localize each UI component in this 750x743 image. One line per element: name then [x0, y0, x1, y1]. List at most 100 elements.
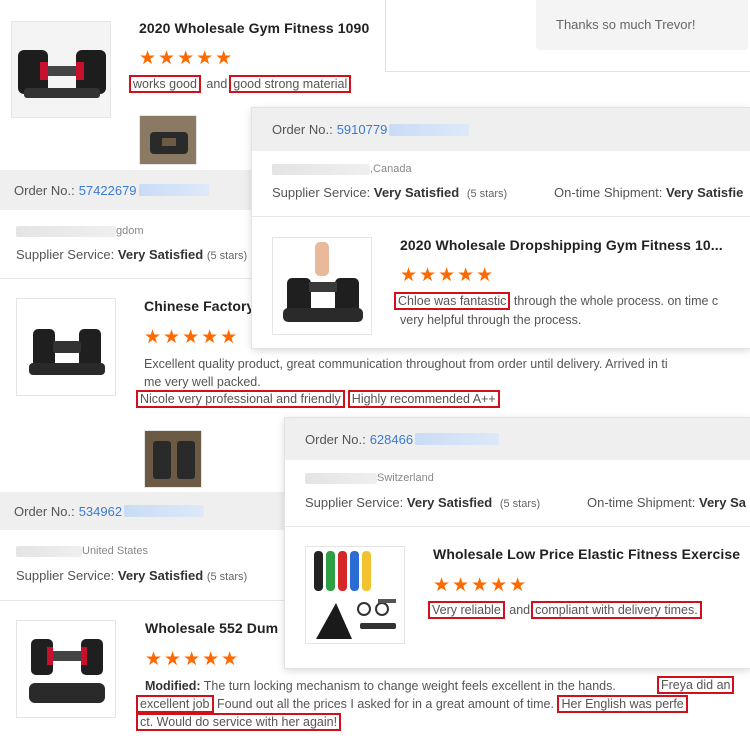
review-photo-thumbnail[interactable]: [144, 430, 202, 488]
country-name: ,Canada: [370, 163, 412, 175]
supplier-service-label: Supplier Service:: [272, 185, 371, 200]
country-name: United States: [82, 545, 149, 557]
highlight-freya-part1: Freya did an: [657, 676, 735, 694]
product-image-dumbbell-552[interactable]: [16, 620, 116, 718]
supplier-service-stars: (5 stars): [206, 571, 248, 583]
redacted-location: [16, 225, 116, 237]
supplier-service-value: Very Satisfied: [117, 247, 204, 262]
review-text: works good and good strong material: [129, 75, 352, 93]
supplier-service-stars: (5 stars): [499, 498, 541, 510]
rating-stars: ★★★★★: [139, 48, 235, 69]
review-text: Very reliable and compliant with delivery…: [428, 601, 702, 619]
review-text: Chloe was fantastic through the whole pr…: [394, 292, 718, 310]
rating-stars: ★★★★★: [433, 575, 529, 596]
country-name: gdom: [116, 225, 144, 237]
product-title[interactable]: Wholesale 552 Dum: [145, 620, 278, 636]
divider: [252, 216, 750, 217]
reply-text: Thanks so much Trevor!: [556, 17, 696, 32]
highlight-nicole-professional: Nicole very professional and friendly: [136, 390, 345, 408]
buyer-country: Switzerland: [305, 472, 434, 484]
product-image-adjustable-dumbbell-red[interactable]: [11, 21, 111, 118]
supplier-service-label: Supplier Service:: [16, 568, 115, 583]
redacted-location: [272, 163, 370, 175]
product-image-adjustable-dumbbell-black[interactable]: [16, 298, 116, 396]
order-number-link[interactable]: 628466: [370, 432, 413, 447]
review-card-switzerland: Order No.: 628466 Switzerland Supplier S…: [285, 418, 750, 668]
review-card-canada: Order No.: 5910779 ,Canada Supplier Serv…: [252, 108, 750, 348]
order-number-link[interactable]: 5910779: [337, 122, 388, 137]
rating-stars: ★★★★★: [144, 327, 240, 348]
shipment-value: Very Satisfie: [666, 185, 744, 200]
highlight-very-reliable: Very reliable: [428, 601, 505, 619]
redacted-location: [305, 472, 377, 484]
review-line: me very well packed.: [144, 375, 261, 389]
supplier-service-value: Very Satisfied: [406, 495, 493, 510]
rating-stars: ★★★★★: [145, 649, 241, 670]
highlight-freya-part2: excellent job: [136, 695, 214, 713]
product-image-resistance-bands[interactable]: [305, 546, 405, 644]
on-time-shipment-rating: On-time Shipment: Very Satisfie: [554, 185, 743, 200]
highlight-freya: Freya did an: [657, 676, 735, 694]
review-text: Excellent quality product, great communi…: [144, 355, 750, 391]
redacted-location: [16, 545, 82, 557]
product-title[interactable]: 2020 Wholesale Dropshipping Gym Fitness …: [400, 237, 723, 253]
country-name: Switzerland: [377, 472, 434, 484]
supplier-service-rating: Supplier Service: Very Satisfied (5 star…: [16, 568, 247, 583]
review-line: Found out all the prices I asked for in …: [216, 697, 554, 711]
order-label: Order No.:: [14, 503, 75, 519]
supplier-service-stars: (5 stars): [466, 188, 508, 200]
redacted-order-digits: [124, 505, 205, 517]
review-photo-thumbnail[interactable]: [139, 115, 197, 165]
supplier-service-rating: Supplier Service: Very Satisfied (5 star…: [272, 185, 507, 200]
highlight-compliant-delivery: compliant with delivery times.: [531, 601, 702, 619]
order-header: Order No.: 628466: [285, 418, 750, 460]
supplier-service-rating: Supplier Service: Very Satisfied (5 star…: [16, 247, 247, 262]
buyer-country: ,Canada: [272, 163, 412, 175]
divider: [285, 526, 750, 527]
highlight-good-strong-material: good strong material: [229, 75, 352, 93]
supplier-service-value: Very Satisfied: [373, 185, 460, 200]
review-connector: and: [509, 603, 531, 617]
shipment-label: On-time Shipment:: [587, 495, 696, 510]
order-label: Order No.:: [272, 122, 333, 137]
supplier-service-label: Supplier Service:: [16, 247, 115, 262]
shipment-label: On-time Shipment:: [554, 185, 663, 200]
highlighted-review: Nicole very professional and friendly Hig…: [136, 390, 500, 408]
supplier-service-value: Very Satisfied: [117, 568, 204, 583]
review-text-line2: excellent job Found out all the prices I…: [136, 695, 688, 713]
review-text: Modified: The turn locking mechanism to …: [145, 677, 745, 696]
shipment-value: Very Sa: [699, 495, 746, 510]
review-text-line3: ct. Would do service with her again!: [136, 713, 342, 731]
highlight-english-part2: ct. Would do service with her again!: [136, 713, 342, 731]
product-title[interactable]: 2020 Wholesale Gym Fitness 1090: [139, 20, 369, 36]
order-number-link[interactable]: 534962: [79, 504, 122, 519]
product-title[interactable]: Chinese Factory: [144, 298, 254, 314]
order-label: Order No.:: [14, 182, 75, 198]
review-line: The turn locking mechanism to change wei…: [203, 679, 616, 693]
review-connector: and: [206, 77, 228, 91]
product-image-dumbbell-hand[interactable]: [272, 237, 372, 335]
order-number-link[interactable]: 57422679: [79, 183, 137, 198]
review-line: Excellent quality product, great communi…: [144, 357, 668, 371]
highlight-works-good: works good: [129, 75, 201, 93]
order-header: Order No.: 5910779: [252, 108, 750, 151]
review-text-line2: very helpful through the process.: [400, 313, 582, 327]
supplier-service-stars: (5 stars): [206, 250, 248, 262]
buyer-country: United States: [16, 545, 148, 557]
rating-stars: ★★★★★: [400, 265, 496, 286]
order-label: Order No.:: [305, 431, 366, 447]
redacted-order-digits: [389, 123, 470, 136]
review-modified-label: Modified:: [145, 679, 201, 693]
redacted-order-digits: [415, 433, 500, 445]
highlight-highly-recommended: Highly recommended A++: [347, 390, 500, 408]
product-title[interactable]: Wholesale Low Price Elastic Fitness Exer…: [433, 546, 740, 562]
supplier-service-label: Supplier Service:: [305, 495, 404, 510]
redacted-order-digits: [138, 184, 209, 196]
highlight-chloe-fantastic: Chloe was fantastic: [394, 292, 511, 310]
review-line: through the whole process. on time c: [513, 294, 719, 308]
supplier-service-rating: Supplier Service: Very Satisfied (5 star…: [305, 495, 540, 510]
seller-reply-box: Thanks so much Trevor!: [385, 0, 750, 72]
on-time-shipment-rating: On-time Shipment: Very Sa: [587, 495, 746, 510]
highlight-english-part1: Her English was perfe: [557, 695, 688, 713]
buyer-country: gdom: [16, 225, 144, 237]
